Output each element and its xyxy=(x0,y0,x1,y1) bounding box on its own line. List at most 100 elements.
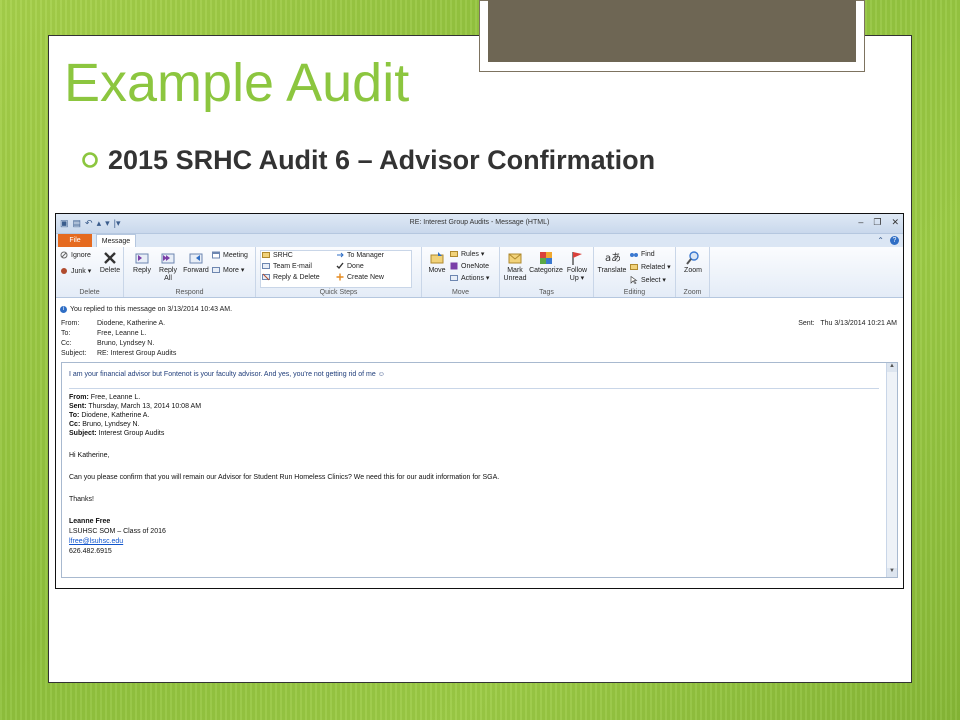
move-button[interactable]: Move xyxy=(426,250,448,275)
cc-value[interactable]: Bruno, Lyndsey N. xyxy=(97,340,154,347)
ribbon-group-zoom: Zoom Zoom xyxy=(676,247,710,297)
rules-label: Rules ▾ xyxy=(461,251,485,258)
select-button[interactable]: Select ▾ xyxy=(630,276,666,284)
forward-button[interactable]: Forward xyxy=(182,250,210,275)
quoted-to: To: Diodene, Katherine A. xyxy=(69,412,149,419)
categorize-button[interactable]: Categorize xyxy=(529,250,563,275)
quoted-cc-value: Bruno, Lyndsey N. xyxy=(80,421,140,428)
junk-button[interactable]: Junk ▾ xyxy=(60,267,91,275)
quoted-from: From: Free, Leanne L. xyxy=(69,394,140,401)
to-value[interactable]: Free, Leanne L. xyxy=(97,330,146,337)
signature-email-link[interactable]: lfree@lsuhsc.edu xyxy=(69,538,123,545)
quoted-sent-value: Thursday, March 13, 2014 10:08 AM xyxy=(86,403,202,410)
window-controls: – ❐ ✕ xyxy=(858,217,899,228)
restore-icon[interactable]: ❐ xyxy=(873,217,881,228)
create-new-icon xyxy=(336,273,344,281)
junk-icon xyxy=(61,268,67,274)
reply-info-bar: i You replied to this message on 3/13/20… xyxy=(60,306,232,313)
ignore-button[interactable]: Ignore xyxy=(60,251,91,259)
message-headers: i You replied to this message on 3/13/20… xyxy=(56,298,903,362)
meeting-button[interactable]: Meeting xyxy=(212,251,248,259)
reply-all-button[interactable]: Reply All xyxy=(156,250,180,283)
subject-value: RE: Interest Group Audits xyxy=(96,350,177,357)
more-button[interactable]: More ▾ xyxy=(212,266,244,274)
translate-label: Translate xyxy=(597,267,627,274)
zoom-group-label: Zoom xyxy=(683,289,702,296)
find-label: Find xyxy=(641,250,655,258)
header-from: From: Diodene, Katherine A. xyxy=(61,320,165,327)
quick-step-create-new[interactable]: Create New xyxy=(336,273,384,281)
quick-step-to-manager[interactable]: To Manager xyxy=(336,251,384,259)
respond-group-label: Respond xyxy=(175,289,204,296)
editing-group-label: Editing xyxy=(623,289,646,296)
quoted-cc: Cc: Bruno, Lyndsey N. xyxy=(69,421,140,428)
tab-right-icons: ⌃ ? xyxy=(877,236,899,245)
find-button[interactable]: Find xyxy=(630,250,655,258)
quick-step-reply-delete-label: Reply & Delete xyxy=(273,273,320,281)
reply-info-text: You replied to this message on 3/13/2014… xyxy=(70,306,233,313)
team-email-icon xyxy=(262,263,270,269)
zoom-button[interactable]: Zoom xyxy=(680,250,706,275)
close-icon[interactable]: ✕ xyxy=(891,217,899,228)
forward-label: Forward xyxy=(183,267,209,274)
reply-label: Reply xyxy=(133,267,151,274)
reply-all-label-1: Reply xyxy=(159,267,177,274)
select-label: Select ▾ xyxy=(641,277,666,284)
delete-x-icon xyxy=(104,252,116,264)
tab-file[interactable]: File xyxy=(58,234,92,247)
ribbon-group-tags: Mark Unread Categorize Follow Up ▾ Tags xyxy=(500,247,594,297)
meeting-icon xyxy=(212,251,220,259)
quick-step-srhc-label: SRHC xyxy=(273,251,293,259)
quick-step-done[interactable]: Done xyxy=(336,262,364,270)
slide-bullet: 2015 SRHC Audit 6 – Advisor Confirmation xyxy=(82,145,655,176)
actions-icon xyxy=(450,275,458,281)
quick-step-reply-delete[interactable]: Reply & Delete xyxy=(262,273,320,281)
vertical-scrollbar[interactable]: ▲ ▼ xyxy=(886,363,897,577)
reply-button[interactable]: Reply xyxy=(130,250,154,275)
rules-button[interactable]: Rules ▾ xyxy=(450,250,484,258)
thanks-text: Thanks! xyxy=(69,496,94,503)
ribbon-group-editing: aあ Translate Find Related ▾ Select ▾ Edi… xyxy=(594,247,676,297)
delete-button[interactable]: Delete xyxy=(98,250,122,275)
header-cc: Cc: Bruno, Lyndsey N. xyxy=(61,340,154,347)
quick-step-team-email[interactable]: Team E-mail xyxy=(262,262,312,270)
binoculars-icon xyxy=(630,253,638,257)
related-button[interactable]: Related ▾ xyxy=(630,263,671,271)
actions-button[interactable]: Actions ▾ xyxy=(450,274,489,282)
scroll-up-icon[interactable]: ▲ xyxy=(887,363,897,372)
mark-unread-button[interactable]: Mark Unread xyxy=(502,250,528,283)
minimize-icon[interactable]: – xyxy=(858,217,863,228)
from-value[interactable]: Diodene, Katherine A. xyxy=(97,320,165,327)
flag-icon xyxy=(572,252,582,265)
tab-message[interactable]: Message xyxy=(96,234,136,247)
more-icon xyxy=(212,267,220,273)
translate-button[interactable]: aあ Translate xyxy=(596,250,628,275)
bullet-text: 2015 SRHC Audit 6 – Advisor Confirmation xyxy=(108,145,656,175)
minimize-ribbon-icon[interactable]: ⌃ xyxy=(877,236,884,245)
categorize-icon xyxy=(540,252,552,264)
move-label: Move xyxy=(428,267,446,274)
onenote-button[interactable]: OneNote xyxy=(450,262,489,270)
quoted-sent: Sent: Thursday, March 13, 2014 10:08 AM xyxy=(69,403,201,410)
reply-icon xyxy=(135,253,149,264)
quick-step-done-label: Done xyxy=(347,262,364,270)
quoted-subject-label: Subject: xyxy=(69,430,97,437)
quick-step-to-manager-label: To Manager xyxy=(347,251,384,259)
scroll-down-icon[interactable]: ▼ xyxy=(887,568,897,577)
srhc-icon xyxy=(262,252,270,258)
more-label: More ▾ xyxy=(223,267,245,274)
message-body[interactable]: I am your financial advisor but Fontenot… xyxy=(61,362,898,578)
quoted-subject: Subject: Interest Group Audits xyxy=(69,430,164,437)
window-title: RE: Interest Group Audits - Message (HTM… xyxy=(409,219,550,226)
related-icon xyxy=(630,264,638,270)
move-group-label: Move xyxy=(451,289,470,296)
help-icon[interactable]: ? xyxy=(890,236,899,245)
quoted-to-label: To: xyxy=(69,412,80,419)
bullet-icon xyxy=(82,148,98,174)
signature-phone: 626.482.6915 xyxy=(69,548,112,555)
folder-icon xyxy=(430,252,444,264)
follow-up-button[interactable]: Follow Up ▾ xyxy=(564,250,590,283)
junk-label: Junk ▾ xyxy=(71,268,92,275)
quoted-from-label: From: xyxy=(69,394,89,401)
quick-step-srhc[interactable]: SRHC xyxy=(262,251,293,259)
